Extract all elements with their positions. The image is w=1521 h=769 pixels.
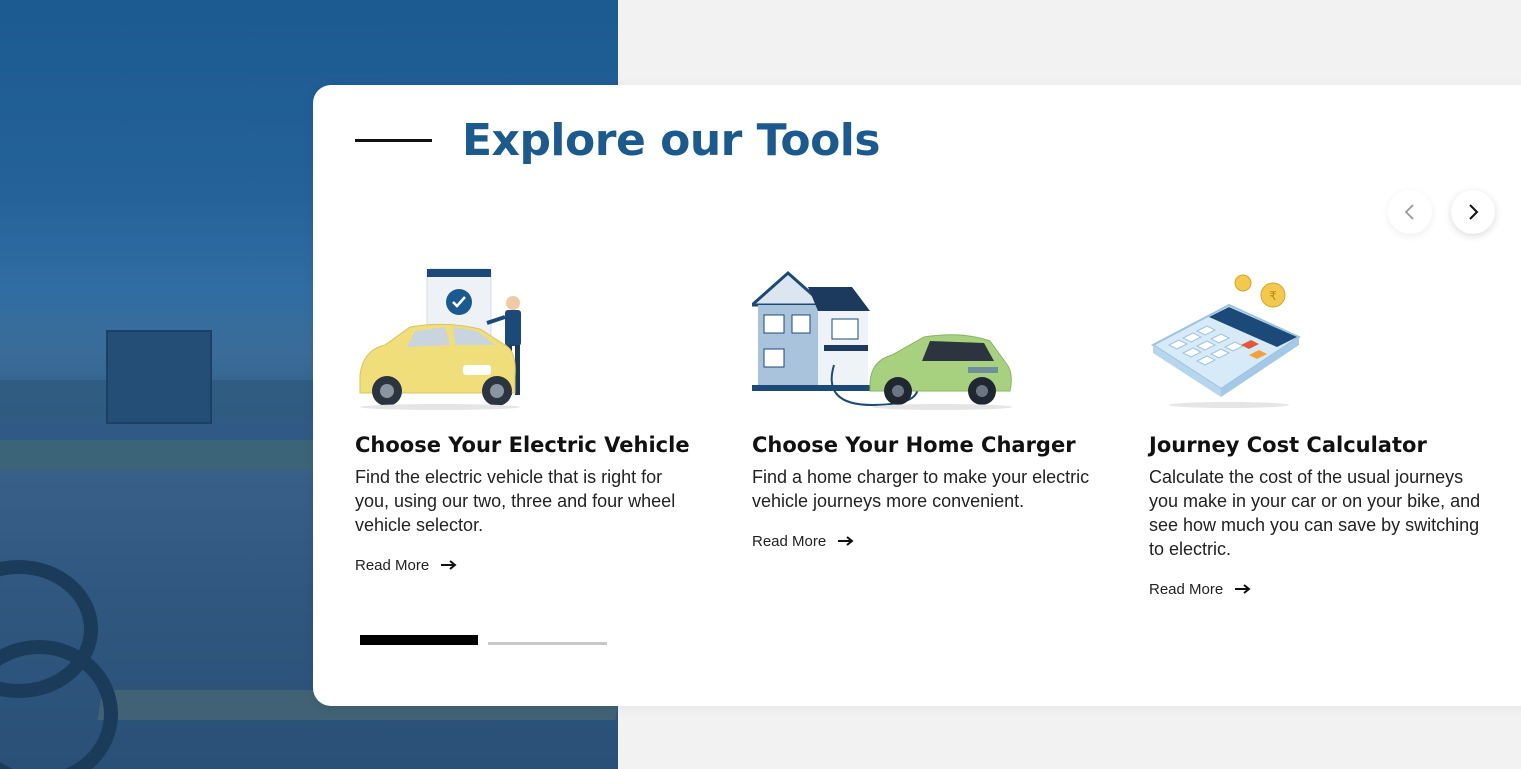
title-divider — [355, 139, 432, 142]
tool-description: Find the electric vehicle that is right … — [355, 467, 676, 535]
tool-card-home-charger: Choose Your Home Charger Find a home cha… — [748, 265, 1097, 599]
ev-selector-icon — [359, 268, 521, 410]
section-header: Explore our Tools — [355, 115, 881, 166]
arrow-right-icon — [838, 533, 854, 550]
chevron-right-icon — [1469, 204, 1479, 220]
svg-text:₹: ₹ — [1269, 289, 1277, 303]
arrow-right-icon — [1235, 581, 1251, 598]
carousel-next-button[interactable] — [1451, 190, 1495, 234]
tools-card: Explore our Tools Choose Your Electric V… — [313, 85, 1521, 706]
tool-description: Find a home charger to make your electri… — [752, 467, 1090, 511]
carousel-pagination — [360, 635, 607, 645]
read-more-link[interactable]: Read More — [355, 557, 457, 574]
arrow-right-icon — [441, 557, 457, 574]
read-more-label: Read More — [355, 557, 430, 574]
tool-card-ev-selector: Choose Your Electric Vehicle Find the el… — [355, 265, 700, 599]
tool-title: Choose Your Home Charger — [752, 433, 1076, 457]
tool-card-journey-calculator: ₹ Journey Cost Calculator Calculate the … — [1149, 265, 1494, 599]
pagination-bar-active[interactable] — [360, 635, 478, 645]
chevron-left-icon — [1404, 204, 1414, 220]
home-charger-icon — [748, 270, 1012, 410]
carousel-prev-button[interactable] — [1388, 190, 1432, 234]
tools-list: Choose Your Electric Vehicle Find the el… — [355, 265, 1521, 599]
ev-selector-illustration — [355, 265, 635, 415]
calculator-illustration: ₹ — [1149, 265, 1429, 415]
pagination-bar[interactable] — [488, 642, 607, 645]
read-more-label: Read More — [1149, 581, 1224, 598]
tool-title: Choose Your Electric Vehicle — [355, 433, 690, 457]
tool-title: Journey Cost Calculator — [1149, 433, 1427, 457]
calculator-icon: ₹ — [1151, 274, 1302, 408]
read-more-link[interactable]: Read More — [752, 533, 854, 550]
read-more-link[interactable]: Read More — [1149, 581, 1251, 598]
section-title: Explore our Tools — [462, 115, 881, 166]
tool-description: Calculate the cost of the usual journeys… — [1149, 467, 1481, 559]
read-more-label: Read More — [752, 533, 827, 550]
home-charger-illustration — [748, 265, 1032, 415]
